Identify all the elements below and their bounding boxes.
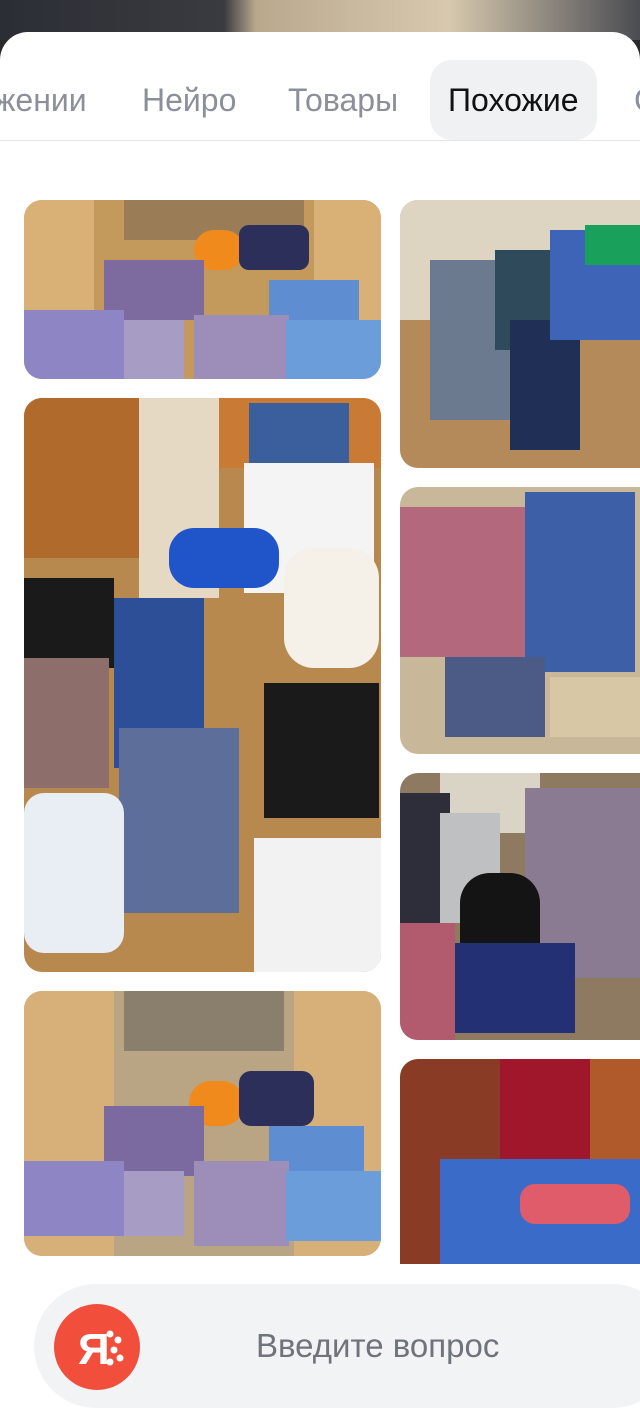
- room-bags-image: [24, 398, 381, 972]
- tab-similar[interactable]: Похожие: [430, 60, 597, 140]
- truck-bags-image: [24, 200, 381, 379]
- tab-bar: жении Нейро Товары Похожие С: [0, 60, 640, 141]
- tab-images-partial[interactable]: жении: [0, 60, 87, 140]
- tab-next-partial[interactable]: С: [634, 60, 640, 140]
- search-input[interactable]: Введите вопрос: [256, 1284, 499, 1408]
- bags-boxes-image: [400, 773, 640, 1040]
- image-tile-bags-boxes[interactable]: [400, 773, 640, 1040]
- image-tile-blue-bag[interactable]: [400, 1059, 640, 1264]
- logo-glyph: Я: [78, 1325, 124, 1374]
- results-sheet: жении Нейро Товары Похожие С: [0, 32, 640, 1423]
- image-tile-room[interactable]: [24, 398, 381, 972]
- bags-room-image: [400, 200, 640, 468]
- truck-bags-image-2: [24, 991, 381, 1256]
- image-tile-truck[interactable]: [24, 200, 381, 379]
- tab-products[interactable]: Товары: [288, 60, 398, 140]
- tab-neuro[interactable]: Нейро: [142, 60, 236, 140]
- big-bags-image: [400, 487, 640, 754]
- blue-bag-image: [400, 1059, 640, 1264]
- image-tile-truck-2[interactable]: [24, 991, 381, 1256]
- image-tile-bags-room[interactable]: [400, 200, 640, 468]
- svg-text:Я: Я: [78, 1325, 110, 1374]
- image-tile-big-bags[interactable]: [400, 487, 640, 754]
- search-bar[interactable]: Я Введите вопрос: [34, 1284, 640, 1408]
- yandex-alice-icon[interactable]: Я: [54, 1304, 140, 1390]
